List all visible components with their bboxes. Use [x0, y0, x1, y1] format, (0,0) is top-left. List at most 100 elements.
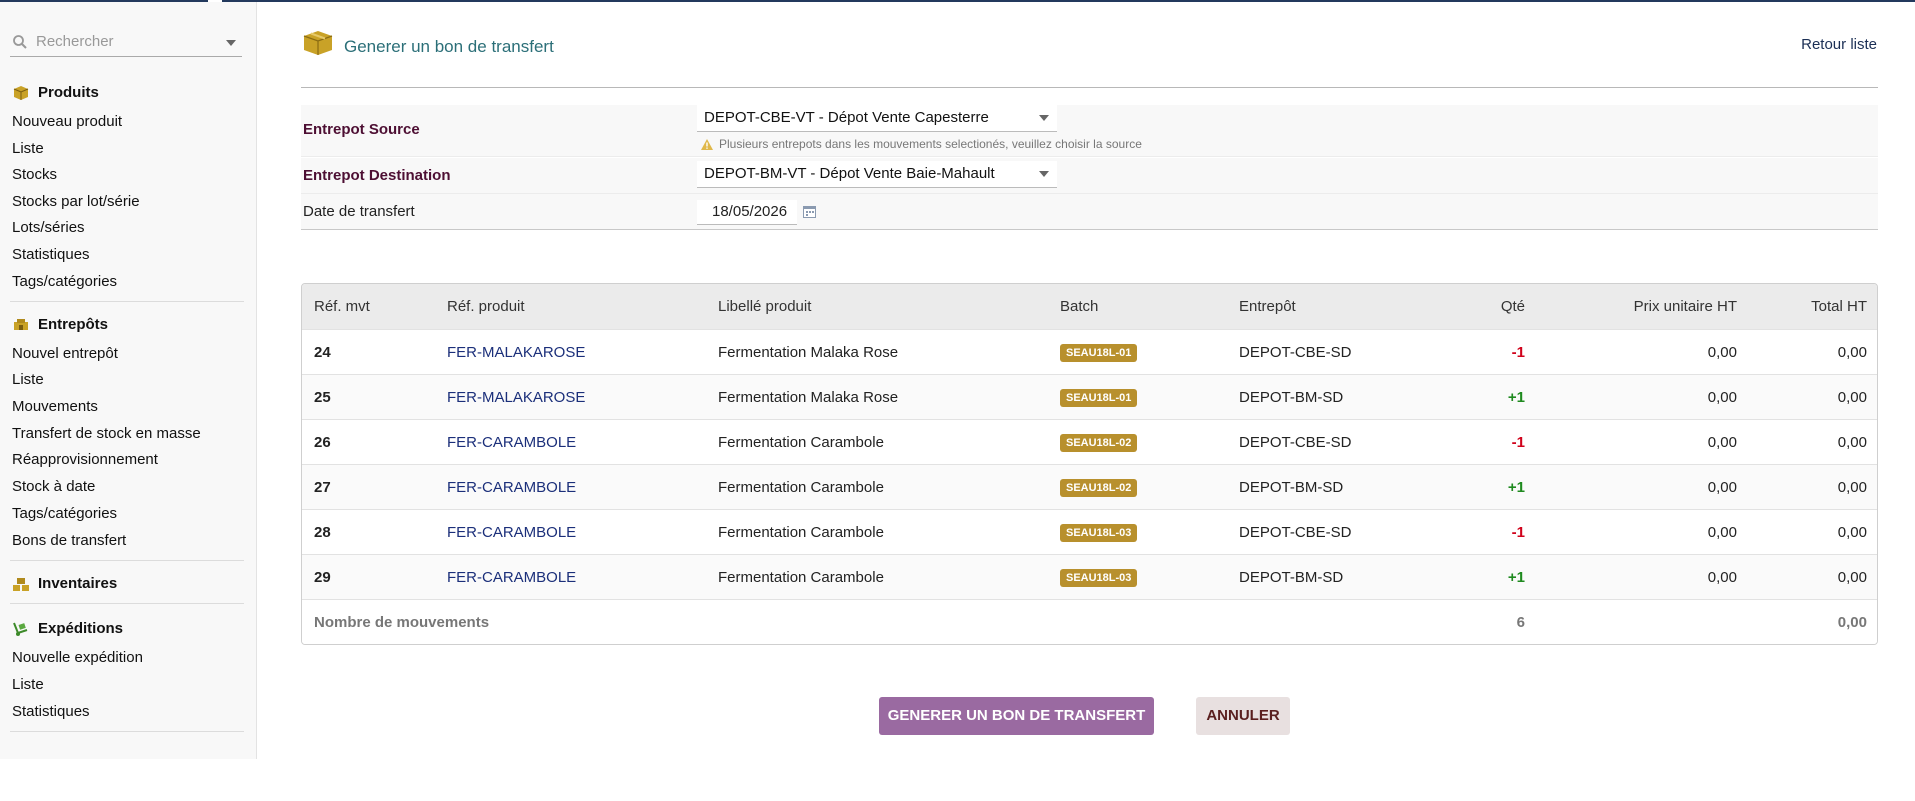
cell-prix: 0,00 — [1707, 389, 1737, 406]
search-placeholder: Rechercher — [36, 33, 114, 50]
sidebar-item-transfert-masse[interactable]: Transfert de stock en masse — [12, 425, 201, 442]
cell-total: 0,00 — [1837, 569, 1867, 586]
search-input[interactable]: Rechercher — [10, 28, 242, 57]
table-row: 25 FER-MALAKAROSE Fermentation Malaka Ro… — [302, 374, 1877, 420]
page-title: Generer un bon de transfert — [344, 37, 554, 56]
cell-qte: +1 — [1507, 389, 1525, 406]
sidebar-item-tags-produits[interactable]: Tags/catégories — [12, 273, 117, 290]
cell-qte: -1 — [1511, 524, 1525, 541]
box-icon — [13, 85, 29, 100]
sidebar-section-entrepots[interactable]: Entrepôts — [12, 316, 108, 333]
cell-libelle: Fermentation Malaka Rose — [718, 389, 899, 406]
table-footer: Nombre de mouvements 6 0,00 — [302, 599, 1877, 644]
footer-label: Nombre de mouvements — [314, 614, 490, 631]
chevron-down-icon[interactable] — [1039, 171, 1049, 177]
col-ref-mvt[interactable]: Réf. mvt — [314, 298, 370, 315]
movements-table: Réf. mvt Réf. produit Libellé produit Ba… — [301, 283, 1878, 645]
cell-ref-mvt[interactable]: 25 — [314, 389, 331, 406]
cell-entrepot: DEPOT-BM-SD — [1239, 569, 1344, 586]
cell-total: 0,00 — [1837, 434, 1867, 451]
destination-value: DEPOT-BM-VT - Dépot Vente Baie-Mahault — [704, 165, 995, 182]
chevron-down-icon[interactable] — [226, 40, 236, 46]
sidebar-item-stock-a-date[interactable]: Stock à date — [12, 478, 95, 495]
sidebar-item-tags-entrepots[interactable]: Tags/catégories — [12, 505, 117, 522]
cell-ref-produit[interactable]: FER-CARAMBOLE — [447, 524, 576, 541]
section-title: Inventaires — [38, 575, 118, 592]
col-entrepot[interactable]: Entrepôt — [1239, 298, 1296, 315]
cell-ref-produit[interactable]: FER-CARAMBOLE — [447, 434, 576, 451]
cell-total: 0,00 — [1837, 524, 1867, 541]
date-label: Date de transfert — [303, 203, 415, 220]
sidebar-item-liste-entrepots[interactable]: Liste — [12, 371, 44, 388]
sidebar-item-liste-expeditions[interactable]: Liste — [12, 676, 44, 693]
table-row: 28 FER-CARAMBOLE Fermentation Carambole … — [302, 509, 1877, 555]
sidebar-section-inventaires[interactable]: Inventaires — [12, 575, 117, 592]
batch-badge[interactable]: SEAU18L-02 — [1060, 434, 1138, 452]
batch-badge[interactable]: SEAU18L-01 — [1060, 389, 1138, 407]
sidebar-item-liste-produits[interactable]: Liste — [12, 140, 44, 157]
cell-total: 0,00 — [1837, 344, 1867, 361]
source-select[interactable]: DEPOT-CBE-VT - Dépot Vente Capesterre — [697, 105, 1057, 132]
batch-badge[interactable]: SEAU18L-01 — [1060, 344, 1138, 362]
cancel-button[interactable]: ANNULER — [1196, 697, 1290, 735]
col-qte[interactable]: Qté — [1501, 298, 1525, 315]
section-title: Entrepôts — [38, 316, 109, 333]
sidebar-item-nouvelle-expedition[interactable]: Nouvelle expédition — [12, 649, 143, 666]
cell-ref-mvt[interactable]: 26 — [314, 434, 331, 451]
batch-badge[interactable]: SEAU18L-03 — [1060, 569, 1138, 587]
cell-ref-mvt[interactable]: 27 — [314, 479, 331, 496]
calendar-icon[interactable] — [803, 206, 816, 218]
sidebar-item-nouveau-produit[interactable]: Nouveau produit — [12, 113, 122, 130]
divider — [10, 731, 244, 732]
dolly-icon — [13, 622, 28, 636]
sidebar-section-produits[interactable]: Produits — [12, 84, 99, 101]
cell-libelle: Fermentation Carambole — [718, 524, 884, 541]
date-value: 18/05/2026 — [712, 203, 788, 220]
cell-ref-produit[interactable]: FER-CARAMBOLE — [447, 569, 576, 586]
col-ref-produit[interactable]: Réf. produit — [447, 298, 525, 315]
destination-select[interactable]: DEPOT-BM-VT - Dépot Vente Baie-Mahault — [697, 161, 1057, 188]
divider — [10, 301, 244, 302]
sidebar-item-statistiques-expeditions[interactable]: Statistiques — [12, 703, 90, 720]
sidebar-item-bons-transfert[interactable]: Bons de transfert — [12, 532, 126, 549]
source-warning-text: Plusieurs entrepots dans les mouvements … — [719, 137, 1142, 151]
col-libelle[interactable]: Libellé produit — [718, 298, 811, 315]
sidebar-section-expeditions[interactable]: Expéditions — [12, 620, 123, 637]
search-icon — [13, 35, 27, 49]
sidebar-item-nouvel-entrepot[interactable]: Nouvel entrepôt — [12, 345, 118, 362]
cell-ref-produit[interactable]: FER-MALAKAROSE — [447, 344, 585, 361]
cell-qte: -1 — [1511, 344, 1525, 361]
cell-qte: +1 — [1507, 569, 1525, 586]
cell-ref-mvt[interactable]: 28 — [314, 524, 331, 541]
sidebar-item-statistiques-produits[interactable]: Statistiques — [12, 246, 90, 263]
back-to-list-link[interactable]: Retour liste — [1801, 36, 1877, 53]
cell-total: 0,00 — [1837, 389, 1867, 406]
batch-badge[interactable]: SEAU18L-03 — [1060, 524, 1138, 542]
sidebar-item-reapprovisionnement[interactable]: Réapprovisionnement — [12, 451, 158, 468]
cell-libelle: Fermentation Malaka Rose — [718, 344, 899, 361]
cell-prix: 0,00 — [1707, 479, 1737, 496]
chevron-down-icon[interactable] — [1039, 115, 1049, 121]
sidebar-item-mouvements[interactable]: Mouvements — [12, 398, 98, 415]
batch-badge[interactable]: SEAU18L-02 — [1060, 479, 1138, 497]
col-batch[interactable]: Batch — [1060, 298, 1098, 315]
footer-total: 0,00 — [1837, 614, 1867, 631]
cell-ref-produit[interactable]: FER-MALAKAROSE — [447, 389, 585, 406]
table-row: 29 FER-CARAMBOLE Fermentation Carambole … — [302, 554, 1877, 600]
cell-entrepot: DEPOT-CBE-SD — [1239, 344, 1352, 361]
sidebar-item-lots-series[interactable]: Lots/séries — [12, 219, 85, 236]
sidebar-item-stocks-lot[interactable]: Stocks par lot/série — [12, 193, 140, 210]
col-prix[interactable]: Prix unitaire HT — [1634, 298, 1737, 315]
sidebar-item-stocks[interactable]: Stocks — [12, 166, 57, 183]
cell-entrepot: DEPOT-CBE-SD — [1239, 524, 1352, 541]
col-total[interactable]: Total HT — [1811, 298, 1867, 315]
cell-ref-produit[interactable]: FER-CARAMBOLE — [447, 479, 576, 496]
generate-transfer-button[interactable]: GENERER UN BON DE TRANSFERT — [879, 697, 1154, 735]
destination-label: Entrepot Destination — [303, 167, 451, 184]
cell-ref-mvt[interactable]: 29 — [314, 569, 331, 586]
date-input[interactable]: 18/05/2026 — [697, 200, 797, 225]
form-row-destination: Entrepot Destination DEPOT-BM-VT - Dépot… — [301, 158, 1878, 194]
cell-ref-mvt[interactable]: 24 — [314, 344, 331, 361]
cell-qte: -1 — [1511, 434, 1525, 451]
warning-icon — [701, 138, 713, 150]
